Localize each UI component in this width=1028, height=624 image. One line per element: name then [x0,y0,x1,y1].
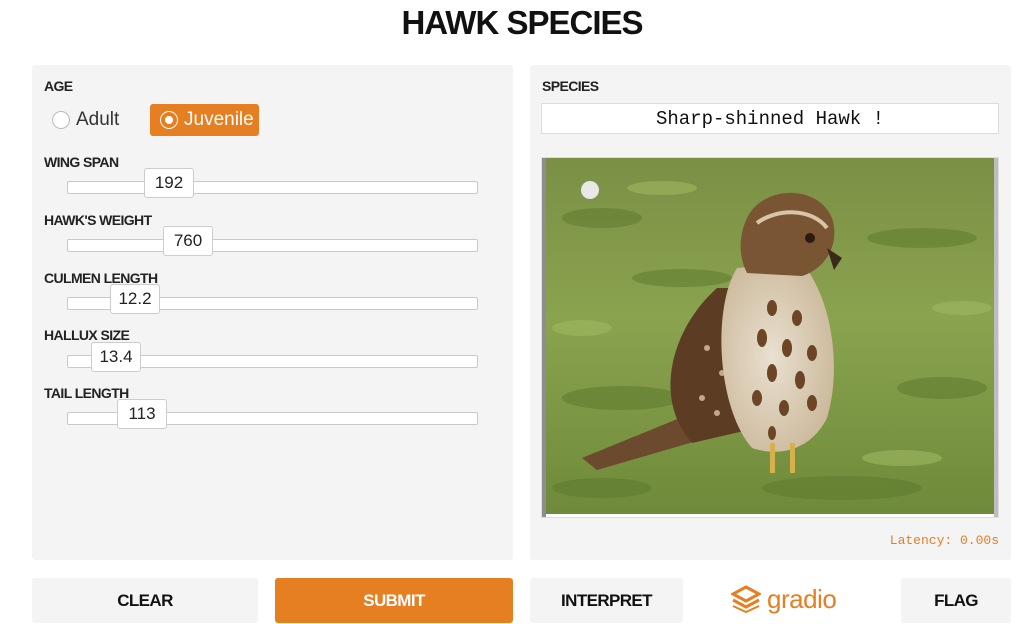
hallux-size-handle[interactable]: 13.4 [91,342,141,372]
age-label: AGE [44,78,73,94]
wing-span-slider[interactable]: 192 [67,168,478,198]
species-output: Sharp-shinned Hawk ! [541,103,999,134]
tail-length-label: TAIL LENGTH [44,385,129,401]
hawk-weight-label: HAWK'S WEIGHT [44,212,152,228]
wing-span-label: WING SPAN [44,154,119,170]
culmen-length-handle[interactable]: 12.2 [110,284,160,314]
interpret-button[interactable]: INTERPRET [530,578,683,623]
clear-button[interactable]: CLEAR [32,578,258,623]
gradio-logo-icon [731,585,761,613]
tail-length-slider[interactable]: 113 [67,399,478,429]
wing-span-handle[interactable]: 192 [144,168,194,198]
flag-button[interactable]: FLAG [901,578,1011,623]
radio-juvenile-label: Juvenile [184,109,254,130]
submit-button[interactable]: SUBMIT [275,578,513,623]
hawk-photo-icon [542,158,998,517]
species-label: SPECIES [542,78,599,94]
radio-juvenile[interactable]: Juvenile [150,104,259,136]
radio-adult[interactable]: Adult [52,104,152,136]
culmen-length-slider[interactable]: 12.2 [67,284,478,314]
gradio-wordmark: gradio [767,583,837,614]
hawk-image [541,157,999,518]
gradio-logo[interactable]: gradio [731,582,837,616]
hallux-size-slider[interactable]: 13.4 [67,342,478,372]
page-title: HAWK SPECIES [401,4,643,41]
radio-adult-label: Adult [76,109,120,130]
hawk-weight-handle[interactable]: 760 [163,226,213,256]
radio-circle-icon[interactable] [52,111,70,129]
radio-selected-icon[interactable] [160,111,178,129]
hawk-weight-slider[interactable]: 760 [67,226,478,256]
input-panel: AGE Adult Juvenile WING SPAN 192 HAWK'S … [32,65,513,560]
latency-text: Latency: 0.00s [889,533,999,548]
tail-length-handle[interactable]: 113 [117,399,167,429]
hallux-size-label: HALLUX SIZE [44,327,130,343]
output-panel: SPECIES Sharp-shinned Hawk ! Latency: 0.… [530,65,1011,560]
